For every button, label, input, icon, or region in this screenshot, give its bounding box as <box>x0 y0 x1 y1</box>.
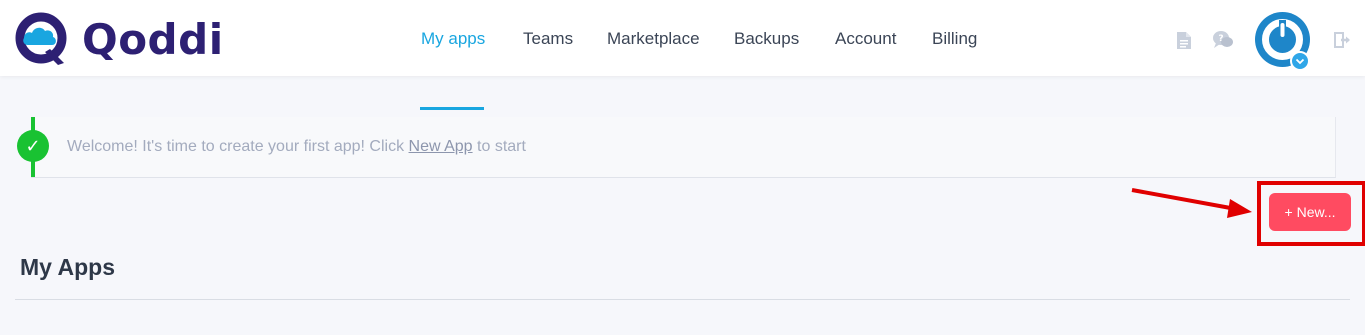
help-chat-icon[interactable]: ? <box>1212 30 1234 50</box>
svg-text:?: ? <box>1218 34 1223 44</box>
brand-name: Qoddi <box>82 14 224 64</box>
nav-marketplace[interactable]: Marketplace <box>607 29 700 49</box>
nav-my-apps[interactable]: My apps <box>420 29 486 110</box>
annotation-arrow <box>1131 188 1252 218</box>
new-app-link[interactable]: New App <box>409 138 473 155</box>
avatar-menu-chevron-icon[interactable] <box>1290 51 1310 71</box>
active-tab-indicator <box>420 107 484 110</box>
nav-teams[interactable]: Teams <box>523 29 573 49</box>
document-icon[interactable] <box>1176 31 1192 50</box>
check-icon: ✓ <box>17 130 49 162</box>
section-divider <box>15 299 1350 300</box>
welcome-text-start: Welcome! It's time to create your first … <box>67 138 409 155</box>
top-header: Qoddi My apps Teams Marketplace Backups … <box>0 0 1365 110</box>
nav-billing[interactable]: Billing <box>932 29 977 49</box>
nav-backups[interactable]: Backups <box>734 29 799 49</box>
qoddi-logo-icon <box>15 12 67 65</box>
logout-icon[interactable] <box>1333 31 1353 49</box>
welcome-text-end: to start <box>472 138 526 155</box>
new-app-button[interactable]: + New... <box>1269 193 1351 231</box>
nav-account[interactable]: Account <box>835 29 896 49</box>
qoddi-logo[interactable]: Qoddi <box>14 10 224 68</box>
nav-my-apps-label: My apps <box>421 29 486 48</box>
page-title: My Apps <box>20 254 115 280</box>
welcome-message: Welcome! It's time to create your first … <box>67 138 526 156</box>
